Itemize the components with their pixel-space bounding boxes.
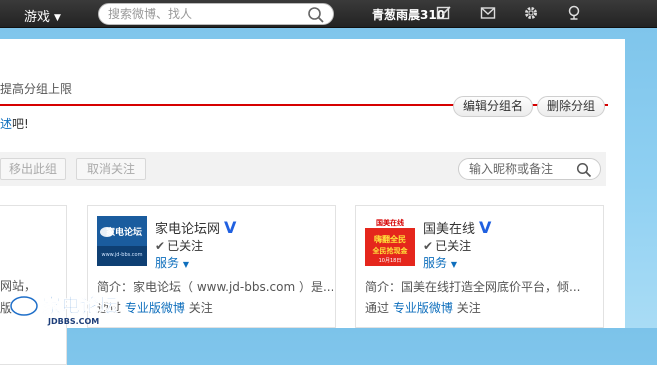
avatar[interactable]: 家电论坛 www.jd-bbs.com bbox=[97, 216, 147, 266]
watermark-logo: 家电论坛 JDBBS.COM bbox=[4, 292, 154, 326]
check-icon: ✔ bbox=[423, 239, 434, 253]
search-icon[interactable] bbox=[307, 6, 325, 27]
move-out-button[interactable]: 移出此组 bbox=[0, 158, 66, 180]
avatar-promo-2: 全民抢现金 bbox=[372, 246, 409, 255]
top-nav-bar: 游戏▼ 青葱雨晨310 bbox=[0, 0, 657, 28]
avatar-promo-date: 10月18日 bbox=[379, 258, 402, 264]
nav-game-label: 游戏 bbox=[24, 10, 51, 25]
follow-state-text: 已关注 bbox=[167, 239, 204, 253]
via-prefix: 通过 bbox=[365, 301, 390, 315]
follow-state[interactable]: ✔ 已关注 bbox=[155, 237, 203, 254]
service-menu[interactable]: 服务 ▼ bbox=[155, 254, 189, 271]
skin-icon[interactable] bbox=[566, 5, 582, 21]
member-action-bar: 移出此组 取消关注 bbox=[0, 152, 606, 186]
global-search-input[interactable] bbox=[108, 7, 298, 21]
service-menu[interactable]: 服务 ▼ bbox=[423, 254, 457, 271]
unfollow-button[interactable]: 取消关注 bbox=[76, 158, 146, 180]
avatar[interactable]: 国美在线 嗨翻全民 全民抢现金 10月18日 bbox=[365, 216, 415, 266]
avatar-brand: 家电论坛 bbox=[106, 226, 142, 238]
avatar-promo-1: 嗨翻全民 bbox=[374, 234, 406, 244]
member-name-text[interactable]: 国美在线 bbox=[423, 222, 475, 237]
edit-group-button[interactable]: 编辑分组名 bbox=[453, 96, 534, 117]
service-label: 服务 bbox=[155, 256, 180, 270]
caret-down-icon: ▼ bbox=[450, 260, 457, 269]
member-via: 通过 专业版微博 关注 bbox=[365, 299, 481, 316]
follow-state-text: 已关注 bbox=[435, 239, 472, 253]
service-label: 服务 bbox=[423, 256, 448, 270]
verified-icon: V bbox=[479, 218, 492, 237]
nav-game-menu[interactable]: 游戏 ▼ bbox=[24, 6, 61, 25]
member-card: 国美在线 嗨翻全民 全民抢现金 10月18日 国美在线 V ✔ 已关注 服务 ▼ 简… bbox=[355, 205, 604, 328]
member-name[interactable]: 国美在线 V bbox=[423, 218, 491, 237]
group-limit-tip: 提高分组上限 bbox=[0, 82, 73, 96]
group-desc-tip: 述吧! bbox=[0, 115, 29, 132]
member-search bbox=[458, 158, 601, 180]
global-search bbox=[98, 3, 334, 25]
search-icon[interactable] bbox=[576, 162, 592, 181]
group-desc-suffix: 吧! bbox=[12, 117, 29, 131]
member-desc: 简介：国美在线打造全网底价平台，倾... bbox=[365, 280, 581, 294]
delete-group-button[interactable]: 删除分组 bbox=[537, 96, 606, 117]
avatar-brand: 国美在线 bbox=[376, 218, 404, 227]
check-icon: ✔ bbox=[155, 239, 166, 253]
watermark-cn: 家电论坛 bbox=[42, 294, 118, 317]
via-link[interactable]: 专业版微博 bbox=[393, 301, 453, 315]
via-action: 关注 bbox=[188, 301, 213, 315]
member-name-text[interactable]: 家电论坛网 bbox=[155, 222, 220, 237]
username-link[interactable]: 青葱雨晨310 bbox=[372, 6, 445, 23]
member-search-input[interactable] bbox=[469, 162, 574, 176]
via-action: 关注 bbox=[456, 301, 481, 315]
group-desc-link[interactable]: 述 bbox=[0, 117, 12, 131]
verified-icon: V bbox=[224, 218, 237, 237]
avatar-url: www.jd-bbs.com bbox=[102, 252, 143, 258]
watermark-en: JDBBS.COM bbox=[47, 317, 99, 326]
compose-icon[interactable] bbox=[436, 5, 452, 21]
gear-icon[interactable] bbox=[523, 5, 539, 21]
member-name[interactable]: 家电论坛网 V bbox=[155, 218, 236, 237]
follow-state[interactable]: ✔ 已关注 bbox=[423, 237, 471, 254]
caret-down-icon: ▼ bbox=[54, 13, 61, 23]
caret-down-icon: ▼ bbox=[182, 260, 189, 269]
mail-icon[interactable] bbox=[480, 5, 496, 21]
